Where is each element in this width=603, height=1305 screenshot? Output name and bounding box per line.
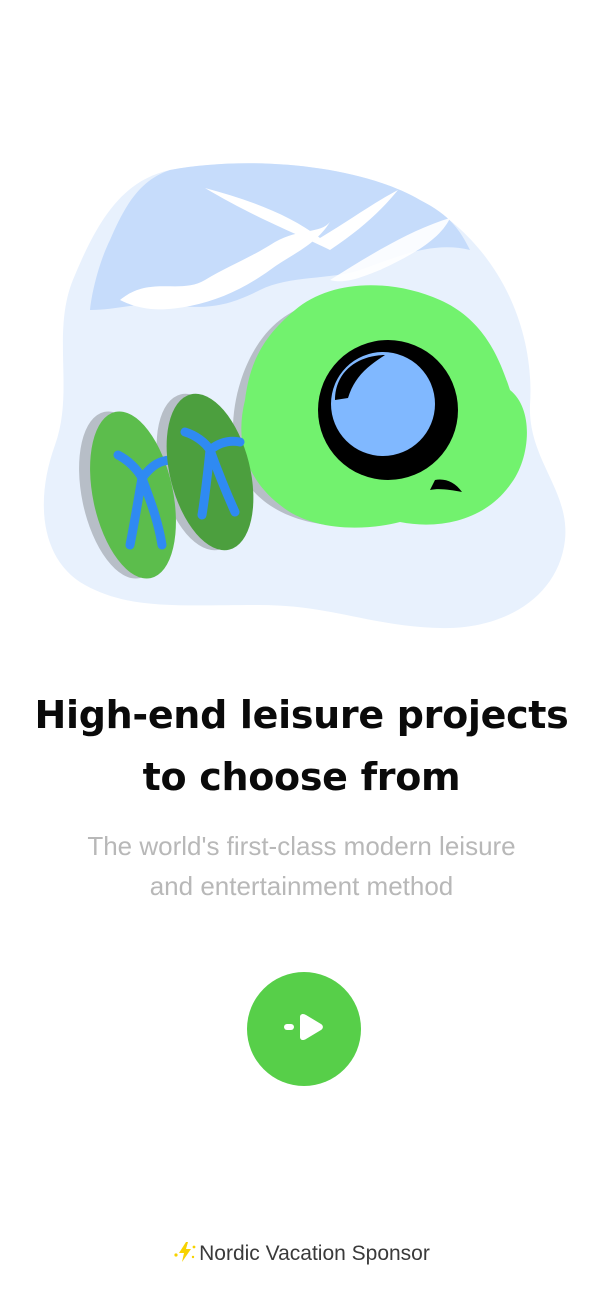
sponsor-label: Nordic Vacation Sponsor xyxy=(199,1242,430,1265)
ring-hole-inner xyxy=(331,352,435,456)
page-title: High-end leisure projects to choose from xyxy=(0,684,603,808)
arrow-right-icon xyxy=(284,1013,324,1046)
subtitle-line-1: The world's first-class modern leisure xyxy=(87,831,516,861)
next-button[interactable] xyxy=(247,972,361,1086)
sponsor-footer: Nordic Vacation Sponsor xyxy=(0,1238,603,1273)
title-line-2: to choose from xyxy=(142,755,461,799)
subtitle-line-2: and entertainment method xyxy=(149,871,454,901)
title-line-1: High-end leisure projects xyxy=(34,693,569,737)
lightning-icon xyxy=(173,1241,197,1273)
page-subtitle: The world's first-class modern leisure a… xyxy=(40,826,563,906)
hero-illustration xyxy=(43,163,566,629)
